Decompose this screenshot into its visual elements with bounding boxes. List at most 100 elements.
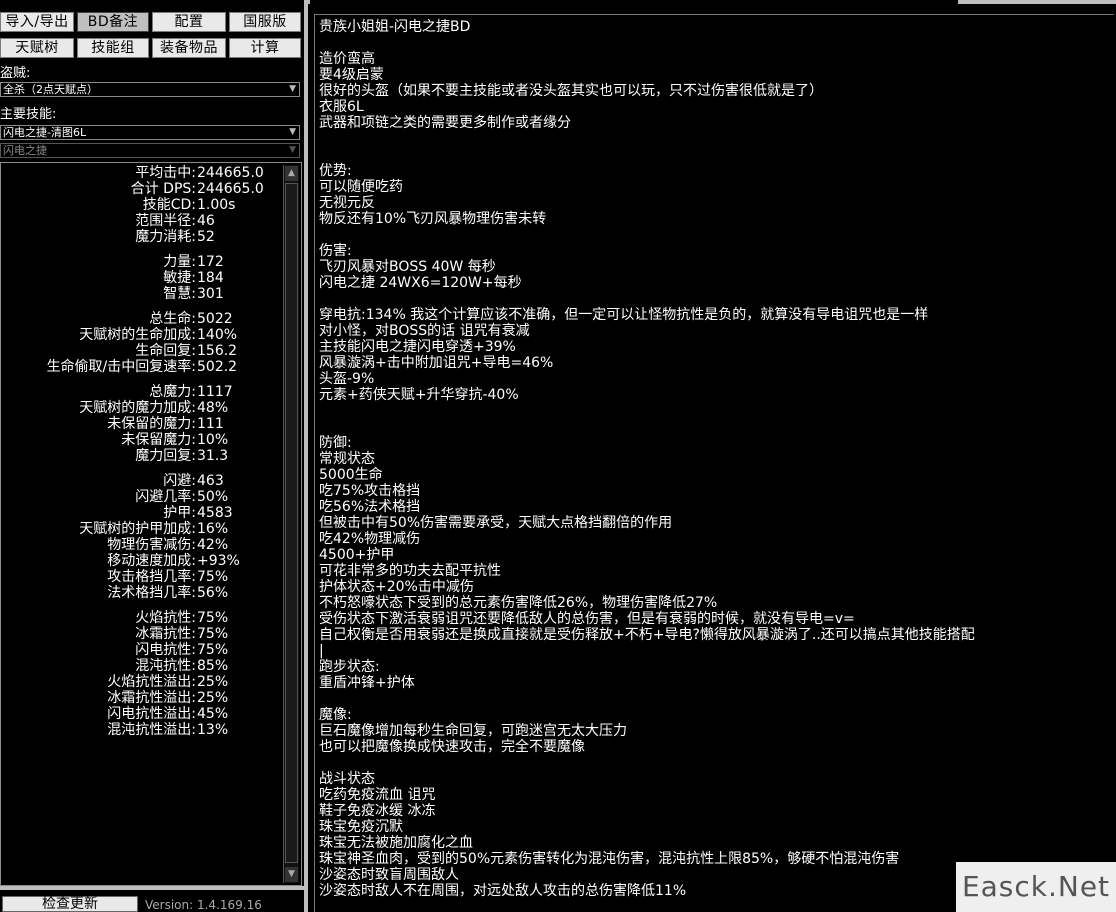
sub-skill-select: 闪电之捷 ▼ [0,143,300,158]
calculate-button[interactable]: 计算 [229,38,301,58]
stat-row: 技能CD: 1.00s [1,197,271,213]
stat-row: 混沌抗性溢出: 13% [1,722,271,738]
stat-label: 闪电抗性: [135,642,196,658]
stat-value: 4583 [197,505,233,521]
stat-label: 魔力回复: [135,448,196,464]
stat-row: 法术格挡几率: 56% [1,585,271,601]
stat-label: 技能CD: [142,197,196,213]
stat-row: 合计 DPS: 244665.0 [1,181,271,197]
stat-label: 范围半径: [135,213,196,229]
stat-row: 平均击中: 244665.0 [1,165,271,181]
stat-row: 混沌抗性: 85% [1,658,271,674]
stat-label: 力量: [163,254,196,270]
chevron-down-icon: ▼ [289,127,296,137]
stat-row: 攻击格挡几率: 75% [1,569,271,585]
stat-row: 总生命: 5022 [1,311,271,327]
talent-tree-button[interactable]: 天赋树 [0,38,74,58]
stat-row: 冰霜抗性: 75% [1,626,271,642]
notes-panel[interactable]: 贵族小姐姐-闪电之捷BD 造价蛮高 要4级启蒙 很好的头盔（如果不要主技能或者没… [314,14,1114,912]
stat-row: 天赋树的护甲加成: 16% [1,521,271,537]
stats-panel: 平均击中: 244665.0 合计 DPS: 244665.0 技能CD: 1.00s 范围… [0,162,302,886]
stat-label: 平均击中: [135,165,196,181]
stat-value: 52 [197,229,215,245]
stat-label: 混沌抗性: [135,658,196,674]
bd-notes-button[interactable]: BD备注 [77,12,149,32]
stat-row: 冰霜抗性溢出: 25% [1,690,271,706]
stat-row: 火焰抗性: 75% [1,610,271,626]
stat-value: 25% [197,690,229,706]
stat-row: 魔力消耗: 52 [1,229,271,245]
stat-row: 魔力回复: 31.3 [1,448,271,464]
stat-value: 244665.0 [197,165,264,181]
stat-row: 闪避: 463 [1,473,271,489]
stat-row: 范围半径: 46 [1,213,271,229]
stats-scrollbar[interactable]: ▲ ▼ [283,165,299,883]
stat-value: 5022 [197,311,233,327]
panel-divider[interactable] [304,0,308,912]
stat-row: 闪避几率: 50% [1,489,271,505]
cn-server-button[interactable]: 国服版 [229,12,301,32]
skill-label: 主要技能: [0,107,57,122]
skill-group-button[interactable]: 技能组 [77,38,149,58]
stat-value: 13% [197,722,229,738]
stat-value: 502.2 [197,359,238,375]
stat-label: 混沌抗性溢出: [107,722,196,738]
stat-label: 物理伤害减伤: [107,537,196,553]
stat-label: 冰霜抗性溢出: [107,690,196,706]
stat-row: 未保留的魔力: 111 [1,416,271,432]
scroll-down-icon[interactable]: ▼ [285,867,298,882]
stat-value: 111 [197,416,224,432]
stat-value: 156.2 [197,343,238,359]
check-update-button[interactable]: 检查更新 [2,896,138,912]
stat-label: 护甲: [163,505,196,521]
stat-value: 75% [197,610,229,626]
stat-label: 未保留的魔力: [107,416,196,432]
stat-row: 生命偷取/击中回复速率: 502.2 [1,359,271,375]
stat-value: 244665.0 [197,181,264,197]
chevron-down-icon: ▼ [289,145,296,155]
stat-label: 总生命: [149,311,196,327]
stat-label: 生命偷取/击中回复速率: [46,359,196,375]
stat-row: 火焰抗性溢出: 25% [1,674,271,690]
equipment-button[interactable]: 装备物品 [152,38,226,58]
main-skill-select[interactable]: 闪电之捷-清图6L ▼ [0,125,300,140]
stat-label: 生命回复: [135,343,196,359]
stat-value: 31.3 [197,448,229,464]
stat-row: 闪电抗性溢出: 45% [1,706,271,722]
stat-row: 护甲: 4583 [1,505,271,521]
chevron-down-icon: ▼ [289,84,296,94]
main-skill-select-value: 闪电之捷-清图6L [3,126,87,139]
top-border-segment [958,0,1116,4]
stat-label: 合计 DPS: [130,181,196,197]
left-panel: 导入/导出 BD备注 配置 国服版 天赋树 技能组 装备物品 计算 盗贼: 全杀… [0,0,304,912]
import-export-button[interactable]: 导入/导出 [0,12,74,32]
stat-value: 25% [197,674,229,690]
version-text: Version: 1.4.169.16 [145,898,262,912]
stat-row: 总魔力: 1117 [1,384,271,400]
stat-label: 移动速度加成: [107,553,196,569]
scroll-thumb[interactable] [285,183,298,863]
stat-label: 火焰抗性: [135,610,196,626]
stat-label: 闪避: [163,473,196,489]
stat-label: 魔力消耗: [135,229,196,245]
stat-label: 智慧: [163,286,196,302]
bd-notes-text[interactable]: 贵族小姐姐-闪电之捷BD 造价蛮高 要4级启蒙 很好的头盔（如果不要主技能或者没… [319,19,1109,899]
stat-value: 46 [197,213,215,229]
stat-row: 未保留魔力: 10% [1,432,271,448]
stat-label: 火焰抗性溢出: [107,674,196,690]
stat-row: 移动速度加成: +93% [1,553,271,569]
scroll-up-icon[interactable]: ▲ [285,166,298,181]
stat-row: 天赋树的魔力加成: 48% [1,400,271,416]
config-button[interactable]: 配置 [152,12,226,32]
stat-value: 301 [197,286,224,302]
stat-value: 140% [197,327,238,343]
stat-label: 天赋树的生命加成: [79,327,196,343]
class-select[interactable]: 全杀（2点天赋点） ▼ [0,82,300,97]
stat-value: 75% [197,642,229,658]
stat-label: 闪电抗性溢出: [107,706,196,722]
stat-label: 攻击格挡几率: [107,569,196,585]
stat-value: 16% [197,521,229,537]
stat-row: 生命回复: 156.2 [1,343,271,359]
stat-label: 天赋树的魔力加成: [79,400,196,416]
stat-value: 1117 [197,384,233,400]
